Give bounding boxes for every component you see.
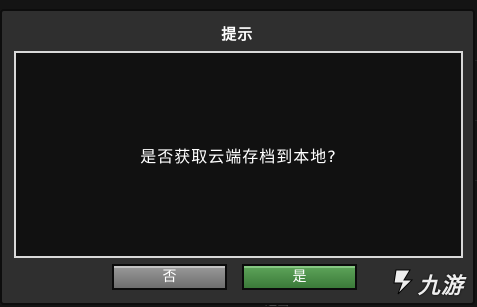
game-screen: 退出 提示 是否获取云端存档到本地? 否 是 九游 — [0, 0, 477, 307]
watermark-text: 九游 — [418, 274, 465, 299]
cloud-save-dialog: 提示 是否获取云端存档到本地? 否 是 — [0, 9, 475, 305]
jiuyou-watermark: 九游 — [388, 262, 474, 302]
dialog-message: 是否获取云端存档到本地? — [140, 147, 337, 166]
dialog-title: 提示 — [221, 25, 254, 43]
no-button[interactable]: 否 — [112, 264, 227, 290]
jiuyou-logo-icon — [393, 269, 414, 295]
yes-button[interactable]: 是 — [242, 264, 357, 290]
dialog-body: 是否获取云端存档到本地? — [14, 51, 463, 258]
